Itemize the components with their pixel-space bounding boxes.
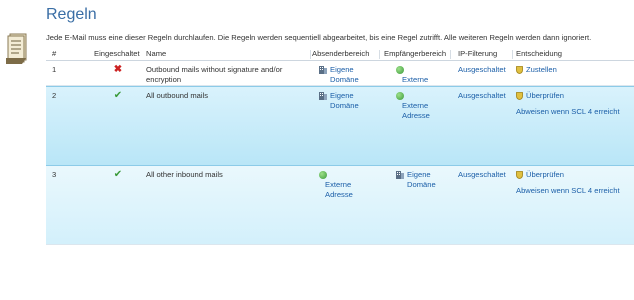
- rule-name: Outbound mails without signature and/or …: [146, 65, 283, 84]
- col-header-decision[interactable]: Entscheidung: [516, 49, 562, 58]
- col-header-number[interactable]: #: [52, 49, 56, 58]
- sender-cell: Eigene Domäne: [319, 65, 375, 85]
- decision-label[interactable]: Überprüfen: [526, 91, 564, 100]
- sender-label: Eigene Domäne: [330, 91, 359, 110]
- table-header: # Eingeschaltet Name Absenderbereich Emp…: [46, 48, 634, 61]
- col-header-name[interactable]: Name: [146, 49, 166, 58]
- col-header-ip-filter[interactable]: IP-Filterung: [458, 49, 497, 58]
- decision-detail[interactable]: Abweisen wenn SCL 4 erreicht: [516, 107, 634, 117]
- shield-icon: [516, 171, 523, 179]
- decision-label[interactable]: Überprüfen: [526, 170, 564, 179]
- sender-cell: Eigene Domäne: [319, 91, 375, 111]
- decision-detail[interactable]: Abweisen wenn SCL 4 erreicht: [516, 186, 634, 196]
- disabled-x-icon[interactable]: ✖: [108, 65, 128, 75]
- recipient-label: Externe Adresse: [402, 101, 430, 120]
- col-separator[interactable]: [310, 50, 311, 59]
- domain-icon: [319, 66, 327, 74]
- recipient-label: Eigene Domäne: [407, 170, 436, 189]
- check-icon[interactable]: ✔: [108, 91, 128, 101]
- shield-icon: [516, 92, 523, 100]
- table-row[interactable]: 3 ✔ All other inbound mails Externe Adre…: [46, 166, 634, 245]
- domain-icon: [319, 92, 327, 100]
- decision-label[interactable]: Zustellen: [526, 65, 557, 74]
- row-number: 2: [52, 91, 57, 100]
- shield-icon: [516, 66, 523, 74]
- intro-text: Jede E-Mail muss eine dieser Regeln durc…: [46, 33, 592, 42]
- recipient-cell: Eigene Domäne: [396, 170, 452, 190]
- table-row[interactable]: 1 ✖ Outbound mails without signature and…: [46, 61, 634, 94]
- ip-filter-value: Ausgeschaltet: [458, 65, 506, 74]
- page-title: Regeln: [46, 6, 97, 23]
- globe-icon: [396, 66, 404, 74]
- col-header-recipient[interactable]: Empfängerbereich: [384, 49, 446, 58]
- sender-label: Eigene Domäne: [330, 65, 359, 84]
- decision-cell: Überprüfen Abweisen wenn SCL 4 erreicht: [516, 91, 634, 117]
- check-icon[interactable]: ✔: [108, 170, 128, 180]
- col-separator[interactable]: [450, 50, 451, 59]
- col-header-sender[interactable]: Absenderbereich: [312, 49, 369, 58]
- col-separator[interactable]: [512, 50, 513, 59]
- rules-book-icon: [6, 33, 27, 64]
- decision-cell: Überprüfen Abweisen wenn SCL 4 erreicht: [516, 170, 634, 196]
- row-number: 3: [52, 170, 57, 179]
- rule-name: All other inbound mails: [146, 170, 223, 179]
- rules-table: # Eingeschaltet Name Absenderbereich Emp…: [46, 48, 634, 245]
- sender-cell: Externe Adresse: [319, 170, 375, 200]
- globe-icon: [319, 171, 327, 179]
- rule-name: All outbound mails: [146, 91, 209, 100]
- ip-filter-value: Ausgeschaltet: [458, 170, 506, 179]
- ip-filter-value: Ausgeschaltet: [458, 91, 506, 100]
- col-header-enabled[interactable]: Eingeschaltet: [94, 49, 140, 58]
- table-row-selected[interactable]: 2 ✔ All outbound mails Eigene Domäne Ext…: [46, 86, 634, 166]
- domain-icon: [396, 171, 404, 179]
- recipient-cell: Externe Adresse: [396, 91, 452, 121]
- decision-cell: Zustellen: [516, 65, 634, 75]
- col-separator[interactable]: [379, 50, 380, 59]
- row-number: 1: [52, 65, 57, 74]
- sender-label: Externe Adresse: [325, 180, 353, 199]
- globe-icon: [396, 92, 404, 100]
